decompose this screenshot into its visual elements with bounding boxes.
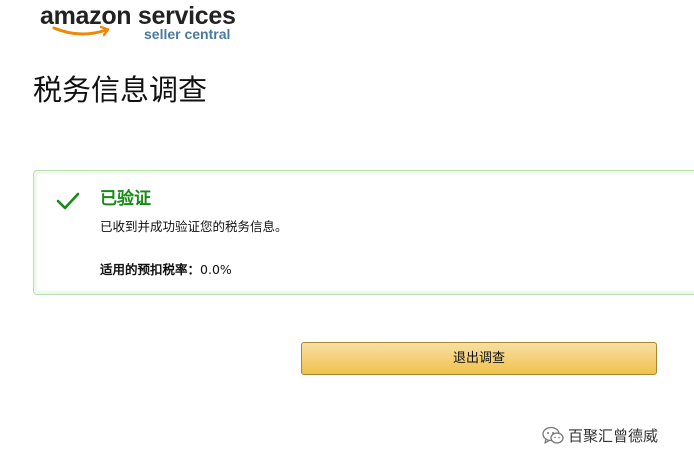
page-title: 税务信息调查 bbox=[33, 73, 208, 107]
verified-alert-box: 已验证 已收到并成功验证您的税务信息。 适用的预扣税率：0.0% bbox=[33, 170, 694, 295]
exit-survey-button[interactable]: 退出调查 bbox=[301, 342, 657, 375]
alert-heading: 已验证 bbox=[100, 189, 151, 209]
logo-sub-text: seller central bbox=[144, 26, 231, 42]
amazon-services-logo: amazon services seller central bbox=[40, 2, 250, 44]
withholding-rate-value: 0.0% bbox=[200, 262, 232, 277]
amazon-smile-icon bbox=[52, 25, 110, 37]
withholding-rate-label: 适用的预扣税率： bbox=[100, 262, 201, 277]
alert-message: 已收到并成功验证您的税务信息。 bbox=[100, 219, 288, 234]
checkmark-icon bbox=[56, 192, 80, 210]
wechat-icon bbox=[542, 426, 564, 444]
watermark-text: 百聚汇曾德威 bbox=[568, 427, 659, 445]
tax-survey-page: amazon services seller central 税务信息调查 已验… bbox=[0, 0, 694, 467]
withholding-rate-row: 适用的预扣税率：0.0% bbox=[100, 261, 232, 279]
